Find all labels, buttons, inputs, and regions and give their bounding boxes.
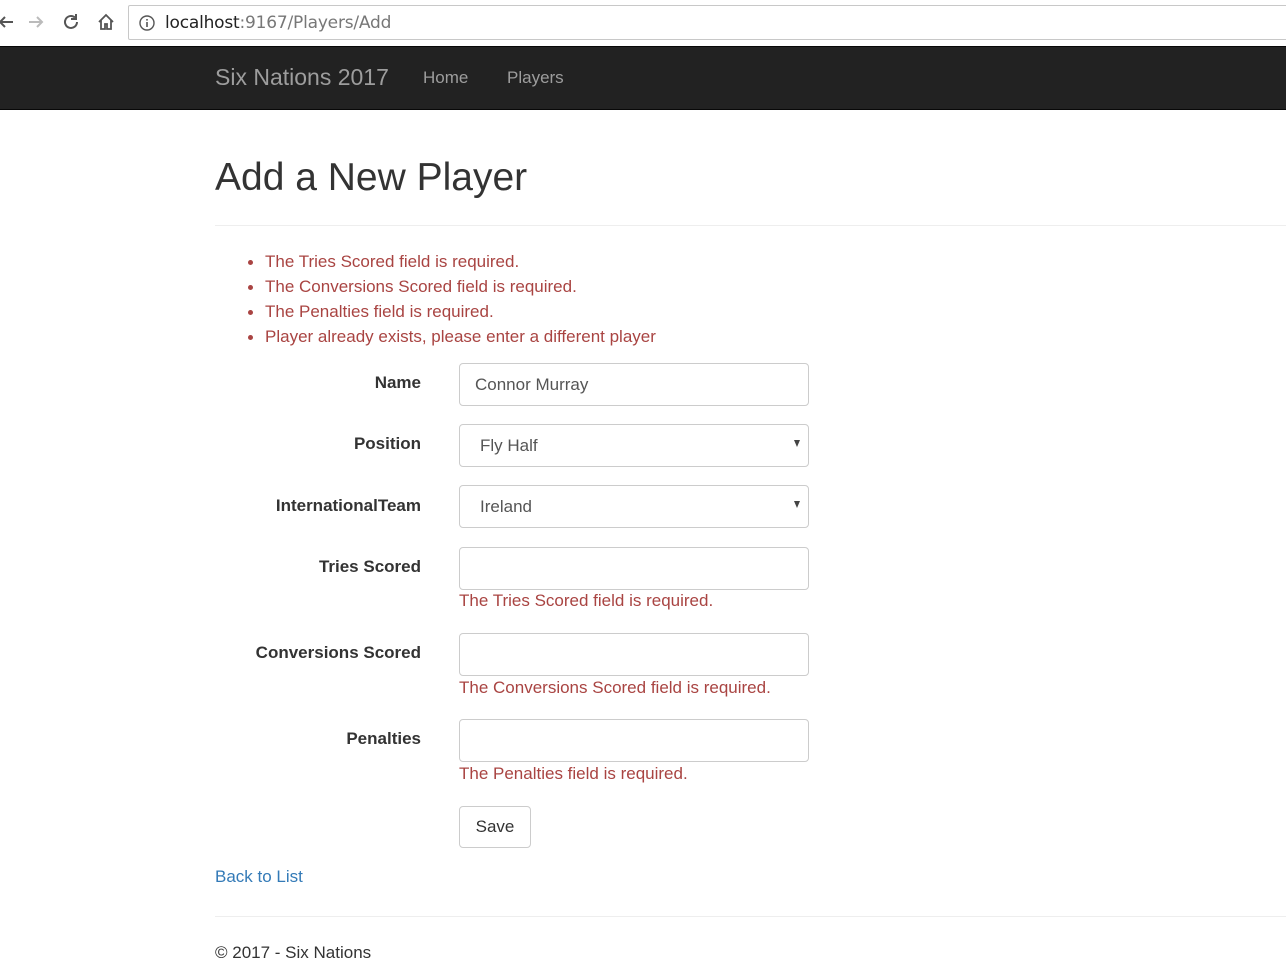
tries-label: Tries Scored (318, 557, 421, 576)
tries-input[interactable] (459, 547, 809, 590)
name-input[interactable] (459, 363, 809, 406)
validation-message: The Penalties field is required. (243, 301, 656, 326)
tries-error: The Tries Scored field is required. (459, 591, 714, 610)
validation-message: Player already exists, please enter a di… (243, 326, 656, 351)
home-icon[interactable] (92, 8, 120, 36)
footer-text: © 2017 - Six Nations (215, 943, 372, 962)
penalties-label: Penalties (346, 729, 421, 748)
info-icon[interactable] (139, 15, 155, 31)
url-path: :9167/Players/Add (239, 13, 392, 33)
back-arrow-icon[interactable] (0, 8, 20, 36)
url-text: localhost:9167/Players/Add (165, 13, 391, 33)
nav-link-home[interactable]: Home (423, 68, 468, 88)
penalties-input[interactable] (459, 719, 809, 762)
validation-message: The Tries Scored field is required. (243, 251, 656, 276)
save-button[interactable]: Save (459, 806, 531, 848)
brand-link[interactable]: Six Nations 2017 (215, 64, 389, 91)
url-host: localhost (165, 13, 240, 33)
position-label: Position (353, 434, 421, 453)
reload-icon[interactable] (57, 8, 85, 36)
name-label: Name (374, 373, 421, 392)
penalties-error: The Penalties field is required. (459, 764, 688, 783)
navbar: Six Nations 2017 Home Players (0, 46, 1286, 110)
conversions-input[interactable] (459, 633, 809, 676)
divider (215, 225, 1286, 226)
browser-toolbar: localhost:9167/Players/Add (0, 0, 1286, 46)
team-select[interactable]: Ireland (459, 485, 809, 528)
chevron-down-icon (794, 440, 800, 447)
forward-arrow-icon[interactable] (22, 8, 50, 36)
team-label: InternationalTeam (275, 496, 421, 515)
footer-divider (215, 916, 1286, 917)
position-select[interactable]: Fly Half (459, 424, 809, 467)
nav-link-players[interactable]: Players (507, 68, 564, 88)
back-to-list-link[interactable]: Back to List (215, 867, 303, 887)
position-selected: Fly Half (480, 436, 538, 455)
conversions-error: The Conversions Scored field is required… (459, 678, 771, 697)
address-bar[interactable]: localhost:9167/Players/Add (128, 5, 1286, 40)
chevron-down-icon (794, 501, 800, 508)
team-selected: Ireland (480, 497, 532, 516)
page-title: Add a New Player (215, 156, 528, 199)
validation-message: The Conversions Scored field is required… (243, 276, 656, 301)
validation-summary: The Tries Scored field is required. The … (243, 251, 656, 351)
conversions-label: Conversions Scored (255, 643, 421, 662)
